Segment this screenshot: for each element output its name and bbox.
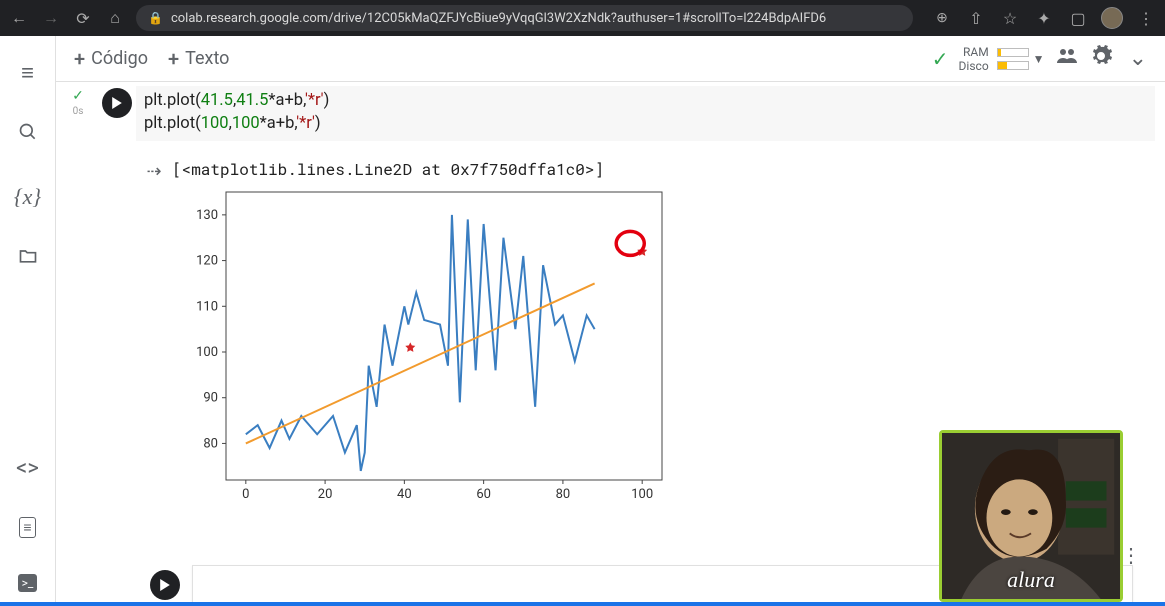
code-snippets-icon[interactable]: <> [16,456,39,481]
search-icon[interactable] [18,122,38,148]
webcam-logo: alura [1007,567,1055,593]
svg-text:100: 100 [631,487,653,502]
output-repr: [<matplotlib.lines.Line2D at 0x7f750dffa… [172,159,670,180]
output-collapse-icon[interactable]: ⇢ [136,159,172,510]
variables-icon[interactable]: {x} [14,184,41,210]
extensions-icon[interactable]: ✦ [1033,7,1055,29]
svg-text:80: 80 [556,487,571,502]
matplotlib-plot: 0 20 40 60 80 100 80 90 100 110 120 130 [172,186,670,510]
profile-avatar[interactable] [1101,7,1123,29]
expand-icon[interactable]: ⌄ [1129,46,1147,71]
share-icon[interactable]: ⇧ [965,7,987,29]
reload-icon[interactable]: ⟳ [72,7,94,29]
status-check-icon: ✓ [932,47,949,71]
svg-text:110: 110 [196,299,218,314]
add-code-button[interactable]: +Código [74,47,148,71]
cell-status-icon: ✓ [72,88,84,104]
browser-menu-icon[interactable]: ⋮ [1135,7,1157,29]
star-icon[interactable]: ☆ [999,7,1021,29]
add-text-button[interactable]: +Texto [168,47,229,71]
svg-text:40: 40 [397,487,412,502]
panel-icon[interactable]: ▢ [1067,7,1089,29]
files-icon[interactable] [18,246,38,272]
svg-text:60: 60 [476,487,491,502]
svg-text:100: 100 [196,345,218,360]
disk-label: Disco [959,59,989,73]
code-editor[interactable]: plt.plot(41.5,41.5*a+b,'*r') plt.plot(10… [136,86,1155,141]
left-rail: ≡ {x} <> ≡ >_ [0,36,56,606]
svg-text:20: 20 [318,487,333,502]
svg-text:90: 90 [203,391,218,406]
back-icon[interactable]: ← [8,7,30,29]
notebook-toolbar: +Código +Texto ✓ RAM Disco ▼ [56,36,1165,82]
run-new-cell-button[interactable] [150,570,180,600]
runtime-dropdown-icon[interactable]: ▼ [1033,52,1045,66]
share-people-icon[interactable] [1055,44,1079,74]
address-bar[interactable]: 🔒 colab.research.google.com/drive/12C05k… [136,5,913,31]
command-palette-icon[interactable]: ≡ [19,517,35,538]
toc-icon[interactable]: ≡ [21,60,34,86]
settings-icon[interactable] [1089,44,1113,74]
forward-icon[interactable]: → [40,7,62,29]
ram-meter [997,48,1029,57]
svg-text:120: 120 [196,254,218,269]
home-icon[interactable]: ⌂ [104,7,126,29]
lock-icon: 🔒 [148,11,163,25]
run-cell-button[interactable] [102,88,132,118]
terminal-icon[interactable]: >_ [18,574,38,592]
bottom-accent [0,602,1165,606]
webcam-overlay: alura [939,430,1123,602]
svg-text:130: 130 [196,208,218,223]
svg-text:0: 0 [242,487,249,502]
zoom-icon[interactable]: ⊕ [931,7,953,29]
exec-time: 0s [73,106,84,117]
ram-label: RAM [959,45,989,59]
disk-meter [997,61,1029,70]
svg-text:80: 80 [203,436,218,451]
url-text: colab.research.google.com/drive/12C05kMa… [171,11,826,26]
